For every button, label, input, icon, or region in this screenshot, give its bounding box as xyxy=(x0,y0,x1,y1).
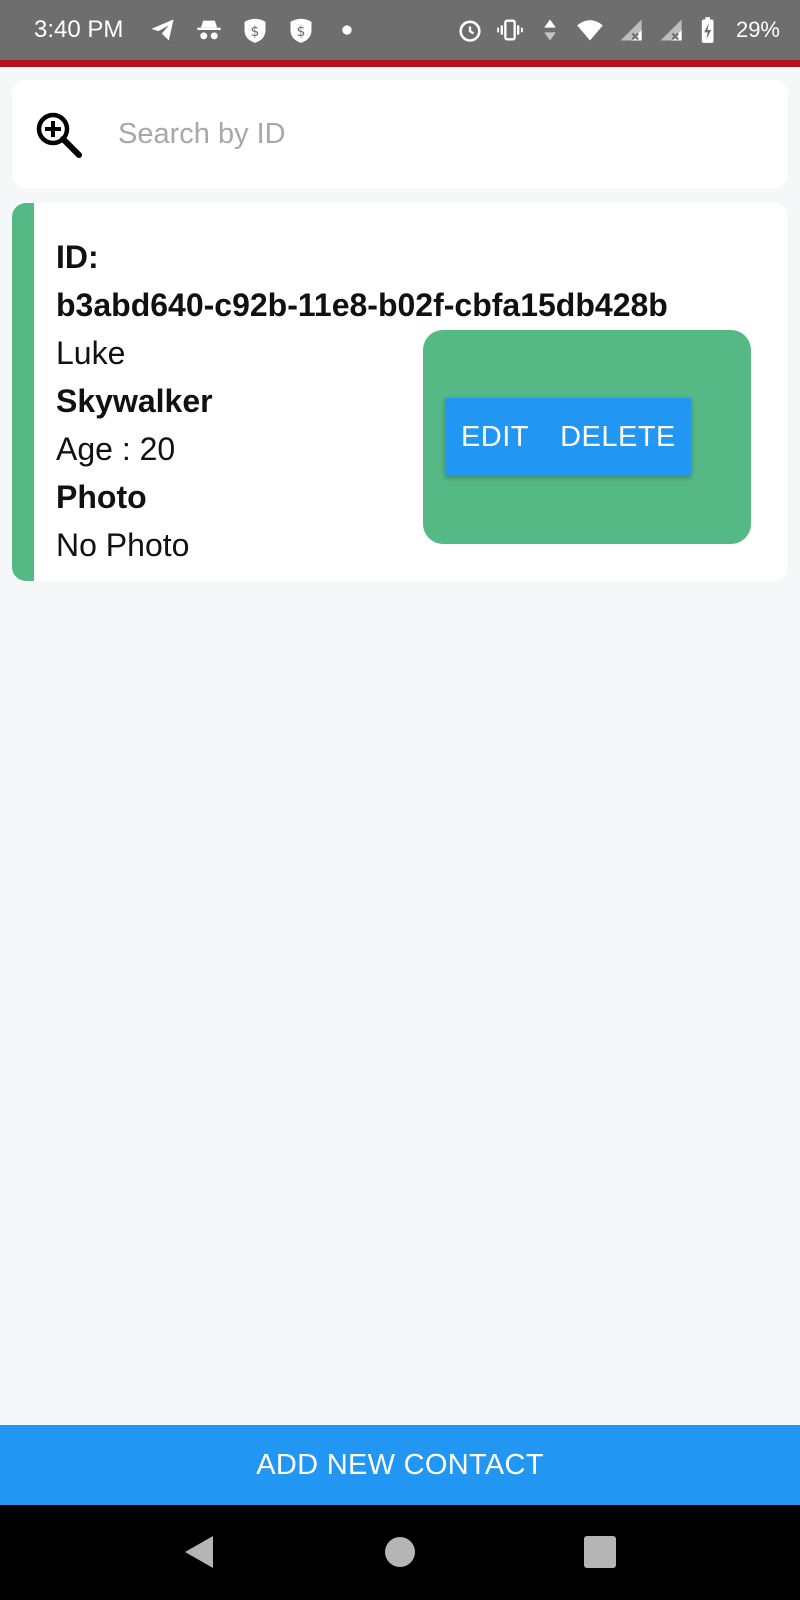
status-bar: 3:40 PM $ $ 29% xyxy=(0,0,800,60)
contact-card: ID: b3abd640-c92b-11e8-b02f-cbfa15db428b… xyxy=(12,203,788,581)
incognito-icon xyxy=(195,16,223,44)
contact-action-buttons: EDIT DELETE xyxy=(445,398,691,476)
vibrate-icon xyxy=(496,16,524,44)
system-icons: 29% xyxy=(456,16,780,44)
dot-icon xyxy=(333,16,361,44)
alarm-icon xyxy=(456,16,484,44)
status-accent-bar xyxy=(0,60,800,67)
id-label: ID: xyxy=(56,239,99,275)
dollar-shield-icon: $ xyxy=(287,16,315,44)
add-new-contact-button[interactable]: ADD NEW CONTACT xyxy=(0,1425,800,1505)
dollar-shield-icon: $ xyxy=(241,16,269,44)
status-time: 3:40 PM xyxy=(34,16,124,43)
id-value: b3abd640-c92b-11e8-b02f-cbfa15db428b xyxy=(56,287,668,323)
svg-text:$: $ xyxy=(297,24,306,40)
wifi-icon xyxy=(576,16,604,44)
svg-text:$: $ xyxy=(251,24,260,40)
app-screen: 3:40 PM $ $ 29% Search by ID ID: b3abd64… xyxy=(0,0,800,1600)
battery-percent: 29% xyxy=(735,17,780,42)
delete-button[interactable]: DELETE xyxy=(545,398,691,476)
data-arrows-icon xyxy=(536,16,564,44)
navigation-bar xyxy=(0,1505,800,1600)
signal-x-icon xyxy=(616,16,644,44)
notification-icons: $ $ xyxy=(149,16,361,44)
back-icon[interactable] xyxy=(174,1527,224,1577)
battery-charging-icon xyxy=(696,16,724,44)
signal-x-icon xyxy=(656,16,684,44)
search-input[interactable] xyxy=(118,117,718,151)
contact-actions-panel: EDIT DELETE xyxy=(423,330,751,544)
card-accent-bar xyxy=(12,203,34,581)
telegram-icon xyxy=(149,16,177,44)
search-bar[interactable] xyxy=(12,80,788,188)
edit-button[interactable]: EDIT xyxy=(445,398,545,476)
zoom-in-icon[interactable] xyxy=(30,107,84,161)
home-icon[interactable] xyxy=(375,1527,425,1577)
recent-apps-icon[interactable] xyxy=(575,1527,625,1577)
